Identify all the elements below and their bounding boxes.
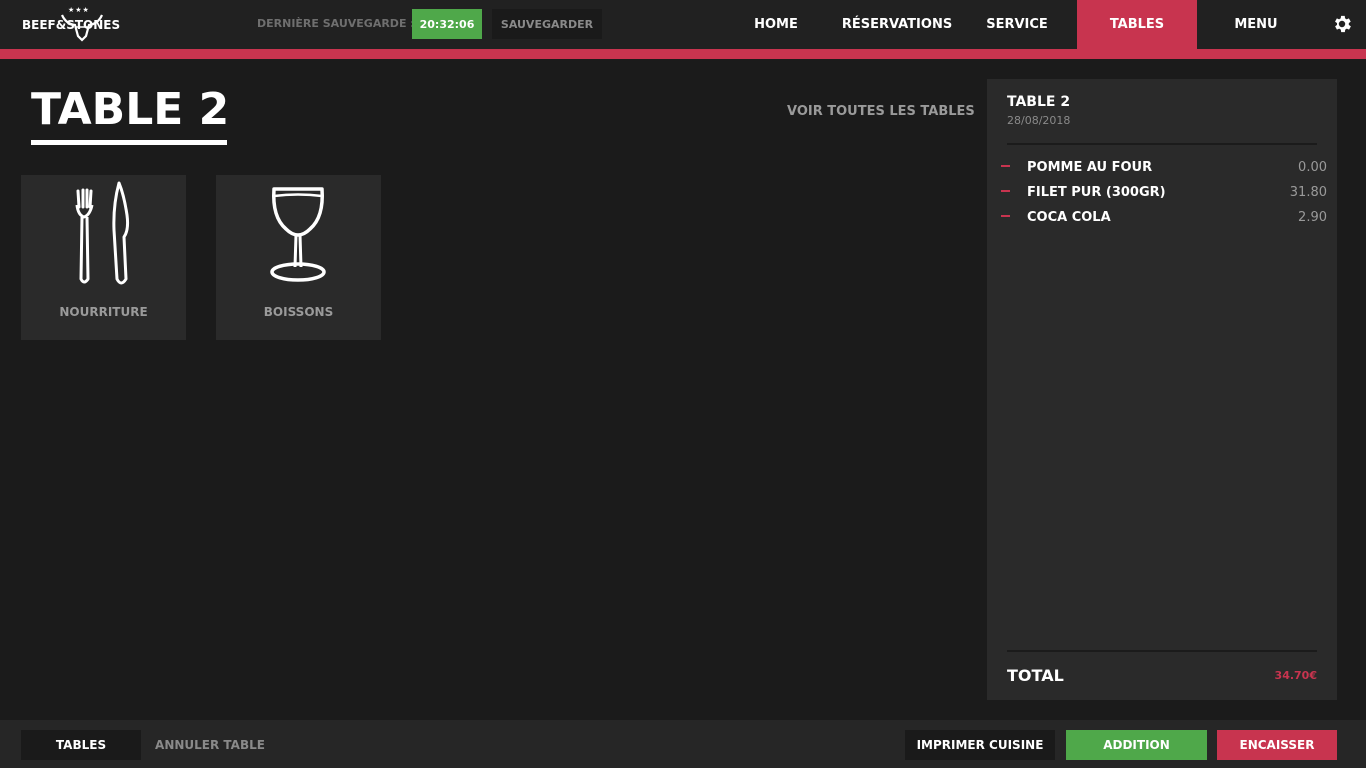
brand-logo[interactable]: ★★★ BEEF&STONES <box>22 6 140 42</box>
order-date: 28/08/2018 <box>1007 114 1071 127</box>
order-item[interactable]: COCA COLA 2.90 <box>987 210 1337 232</box>
order-panel: TABLE 2 28/08/2018 POMME AU FOUR 0.00 FI… <box>987 79 1337 700</box>
nav-tables[interactable]: TABLES <box>1077 0 1197 49</box>
save-button[interactable]: SAUVEGARDER <box>492 9 602 39</box>
category-label: BOISSONS <box>263 305 334 319</box>
see-all-tables-link[interactable]: VOIR TOUTES LES TABLES <box>787 104 975 119</box>
fork-knife-icon <box>75 181 130 285</box>
tables-button[interactable]: TABLES <box>21 730 141 760</box>
cancel-table-button[interactable]: ANNULER TABLE <box>150 730 270 760</box>
remove-item-icon[interactable] <box>1001 215 1010 217</box>
bill-button[interactable]: ADDITION <box>1066 730 1207 760</box>
last-save-time: 20:32:06 <box>412 9 482 39</box>
gear-icon[interactable] <box>1331 13 1353 35</box>
order-item-price: 31.80 <box>1289 185 1327 200</box>
order-item-price: 2.90 <box>1298 210 1327 225</box>
nav-reservations[interactable]: RÉSERVATIONS <box>836 0 958 49</box>
logo-text: BEEF&STONES <box>22 18 121 32</box>
category-tile-food[interactable]: NOURRITURE <box>21 175 186 340</box>
order-item-name: FILET PUR (300GR) <box>1027 185 1166 200</box>
print-kitchen-button[interactable]: IMPRIMER CUISINE <box>905 730 1055 760</box>
order-item-name: COCA COLA <box>1027 210 1111 225</box>
header-accent-bar <box>0 49 1366 59</box>
remove-item-icon[interactable] <box>1001 165 1010 167</box>
total-label: TOTAL <box>1007 666 1064 685</box>
bottom-bar: TABLES ANNULER TABLE IMPRIMER CUISINE AD… <box>0 720 1366 768</box>
nav-home[interactable]: HOME <box>736 0 816 49</box>
order-table-name: TABLE 2 <box>1007 94 1071 110</box>
remove-item-icon[interactable] <box>1001 190 1010 192</box>
category-tile-drinks[interactable]: BOISSONS <box>216 175 381 340</box>
cash-in-button[interactable]: ENCAISSER <box>1217 730 1337 760</box>
page-title: TABLE 2 <box>31 84 230 135</box>
order-divider <box>1007 143 1317 145</box>
total-value: 34.70€ <box>1274 669 1317 682</box>
nav-service[interactable]: SERVICE <box>976 0 1058 49</box>
order-item[interactable]: POMME AU FOUR 0.00 <box>987 160 1337 182</box>
category-label: NOURRITURE <box>59 305 148 319</box>
total-divider <box>1007 650 1317 652</box>
wine-glass-icon <box>270 187 326 282</box>
top-bar: ★★★ BEEF&STONES DERNIÈRE SAUVEGARDE : 20… <box>0 0 1366 49</box>
nav-menu[interactable]: MENU <box>1216 0 1296 49</box>
order-item-price: 0.00 <box>1298 160 1327 175</box>
title-underline <box>31 140 227 145</box>
order-item[interactable]: FILET PUR (300GR) 31.80 <box>987 185 1337 207</box>
last-save-label: DERNIÈRE SAUVEGARDE : <box>257 17 415 30</box>
order-item-name: POMME AU FOUR <box>1027 160 1153 175</box>
